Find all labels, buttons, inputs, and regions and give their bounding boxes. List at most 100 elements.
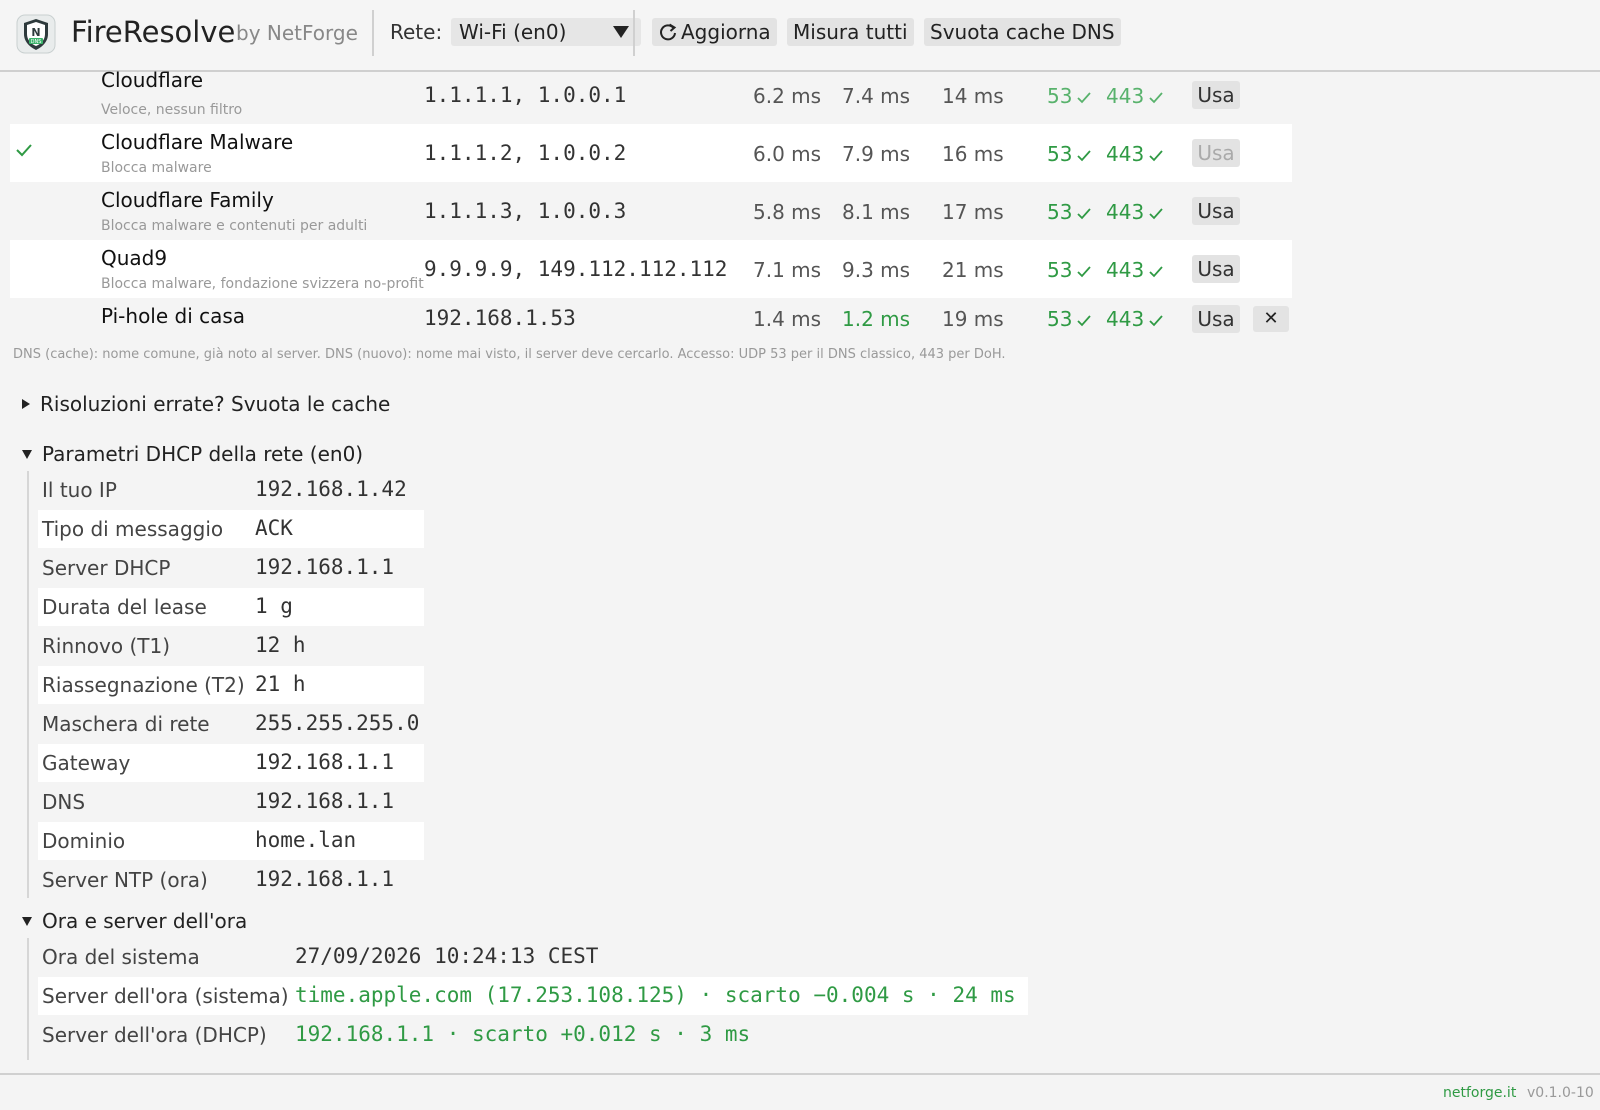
dhcp-row: Durata del lease 1 g: [38, 588, 424, 626]
dhcp-row: Maschera di rete 255.255.255.0: [38, 705, 424, 743]
footer-divider: [0, 1073, 1600, 1075]
legend-note: DNS (cache): nome comune, già noto al se…: [13, 347, 1006, 362]
time-section-toggle[interactable]: Ora e server dell'ora: [22, 909, 247, 933]
app-header: N DNS FireResolve by NetForge Rete: Wi-F…: [0, 0, 1600, 72]
check-icon: [1149, 149, 1163, 161]
port-443-label: 443: [1106, 258, 1145, 282]
use-resolver-button[interactable]: Usa: [1192, 81, 1240, 109]
time-section-title: Ora e server dell'ora: [42, 909, 248, 933]
collapse-triangle-icon: [22, 916, 32, 926]
dhcp-key: Riassegnazione (T2): [42, 673, 245, 697]
resolver-desc: Blocca malware: [101, 160, 212, 176]
port-53-status: 53: [1047, 142, 1092, 166]
dns-cached-time: 1.4 ms: [753, 307, 822, 331]
check-icon: [1077, 91, 1092, 103]
expand-triangle-icon: [22, 399, 30, 409]
app-logo-icon: N DNS: [16, 14, 56, 54]
access-time: 21 ms: [942, 258, 1004, 282]
svg-text:DNS: DNS: [31, 39, 42, 45]
dhcp-row: Server NTP (ora) 192.168.1.1: [38, 861, 424, 899]
measure-all-button[interactable]: Misura tutti: [787, 18, 914, 46]
dhcp-key: Server NTP (ora): [42, 868, 208, 892]
time-key: Server dell'ora (sistema): [42, 984, 289, 1008]
app-title: FireResolve: [71, 15, 236, 49]
network-label: Rete:: [390, 20, 443, 44]
time-row: Server dell'ora (DHCP) 192.168.1.1 · scar…: [38, 1016, 1028, 1054]
time-row: Ora del sistema 27/09/2026 10:24:13 CEST: [38, 938, 1028, 976]
check-icon: [1077, 314, 1092, 326]
dns-cached-time: 5.8 ms: [753, 200, 822, 224]
time-row: Server dell'ora (sistema) time.apple.com …: [38, 977, 1028, 1015]
dns-new-time: 9.3 ms: [842, 258, 911, 282]
dhcp-value: 192.168.1.1: [255, 555, 395, 579]
dns-cached-time: 7.1 ms: [753, 258, 822, 282]
refresh-label: Aggiorna: [681, 20, 771, 44]
network-select[interactable]: Wi-Fi (en0): [451, 18, 641, 46]
dhcp-value: 255.255.255.0: [255, 711, 420, 735]
check-icon: [1077, 207, 1092, 219]
chevron-down-icon: [613, 26, 629, 38]
dhcp-row: Riassegnazione (T2) 21 h: [38, 666, 424, 704]
access-time: 17 ms: [942, 200, 1004, 224]
check-icon: [1149, 91, 1163, 103]
resolver-name: Cloudflare: [101, 68, 204, 92]
footer-website-link[interactable]: netforge.it: [1443, 1085, 1516, 1101]
check-icon: [1149, 265, 1163, 277]
resolver-desc: Blocca malware e contenuti per adulti: [101, 218, 368, 234]
resolver-ips: 1.1.1.2, 1.0.0.2: [424, 141, 627, 165]
dhcp-row: DNS 192.168.1.1: [38, 783, 424, 821]
resolver-row: Cloudflare Veloce, nessun filtro 1.1.1.1…: [10, 66, 1292, 124]
dhcp-row: Rinnovo (T1) 12 h: [38, 627, 424, 665]
cache-section-toggle[interactable]: Risoluzioni errate? Svuota le cache: [22, 392, 390, 416]
refresh-button[interactable]: Aggiorna: [652, 18, 777, 46]
port-443-status: 443: [1106, 142, 1164, 166]
resolver-name: Cloudflare Family: [101, 188, 274, 212]
dns-new-time-best: 1.2 ms: [842, 307, 911, 331]
use-resolver-button[interactable]: Usa: [1192, 197, 1240, 225]
dhcp-row: Tipo di messaggio ACK: [38, 510, 424, 548]
dhcp-row: Il tuo IP 192.168.1.42: [38, 471, 424, 509]
dns-cached-time: 6.2 ms: [753, 84, 822, 108]
port-53-label: 53: [1047, 84, 1073, 108]
dhcp-key: Maschera di rete: [42, 712, 210, 736]
port-53-label: 53: [1047, 142, 1073, 166]
remove-resolver-button[interactable]: ✕: [1253, 306, 1289, 332]
use-resolver-button[interactable]: Usa: [1192, 305, 1240, 333]
app-vendor: by NetForge: [236, 21, 358, 45]
check-icon: [1077, 265, 1092, 277]
port-53-status: 53: [1047, 258, 1092, 282]
port-443-label: 443: [1106, 307, 1145, 331]
port-53-status: 53: [1047, 200, 1092, 224]
port-53-label: 53: [1047, 307, 1073, 331]
dhcp-value: home.lan: [255, 828, 357, 852]
access-time: 16 ms: [942, 142, 1004, 166]
dhcp-value: ACK: [255, 516, 293, 540]
dhcp-value: 192.168.1.42: [255, 477, 407, 501]
access-time: 14 ms: [942, 84, 1004, 108]
dhcp-value: 12 h: [255, 633, 306, 657]
port-443-status: 443: [1106, 200, 1164, 224]
port-443-label: 443: [1106, 84, 1145, 108]
access-time: 19 ms: [942, 307, 1004, 331]
port-53-label: 53: [1047, 258, 1073, 282]
time-key: Server dell'ora (DHCP): [42, 1023, 267, 1047]
collapse-triangle-icon: [22, 449, 32, 459]
resolver-row: Quad9 Blocca malware, fondazione svizzer…: [10, 240, 1292, 298]
check-icon: [1077, 149, 1092, 161]
svg-text:N: N: [31, 26, 40, 39]
dhcp-section-toggle[interactable]: Parametri DHCP della rete (en0): [22, 442, 363, 466]
resolver-row: Cloudflare Family Blocca malware e conte…: [10, 182, 1292, 240]
use-resolver-button-disabled: Usa: [1192, 139, 1240, 167]
time-value: time.apple.com (17.253.108.125) · scarto…: [295, 983, 1016, 1007]
dns-cached-time: 6.0 ms: [753, 142, 822, 166]
resolver-desc: Veloce, nessun filtro: [101, 102, 243, 118]
resolver-name: Quad9: [101, 246, 168, 270]
dhcp-value: 192.168.1.1: [255, 867, 395, 891]
dhcp-value: 192.168.1.1: [255, 789, 395, 813]
dhcp-key: DNS: [42, 790, 86, 814]
check-icon: [1149, 207, 1163, 219]
use-resolver-button[interactable]: Usa: [1192, 255, 1240, 283]
flush-dns-cache-button[interactable]: Svuota cache DNS: [924, 18, 1121, 46]
port-443-status: 443: [1106, 307, 1164, 331]
dhcp-value: 21 h: [255, 672, 306, 696]
